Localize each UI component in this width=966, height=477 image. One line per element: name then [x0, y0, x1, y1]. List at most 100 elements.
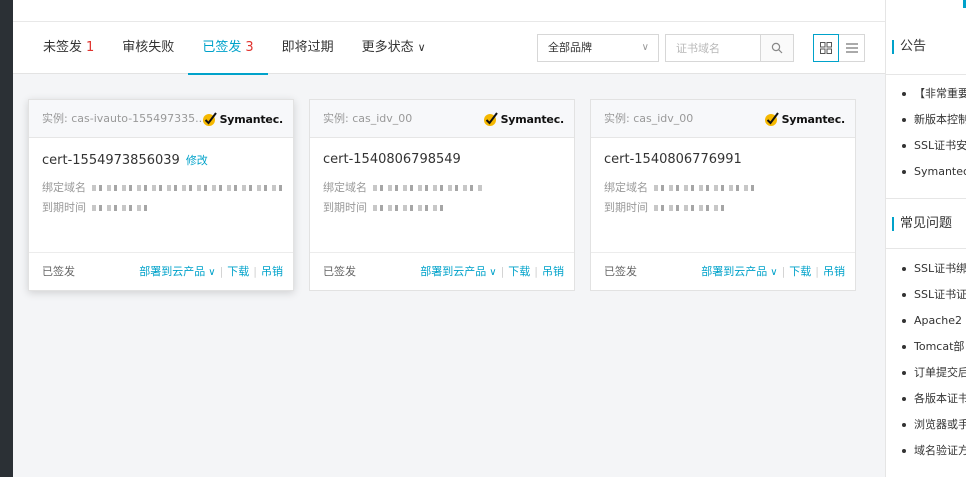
left-nav-rail [0, 0, 13, 477]
deploy-label: 部署到云产品 [420, 265, 487, 278]
card-actions: 部署到云产品 ∨ | 下载 | 吊销 [420, 253, 564, 292]
brand-select-value: 全部品牌 [548, 41, 592, 54]
field-label: 到期时间 [604, 201, 648, 214]
expiry-field: 到期时间 [42, 199, 152, 215]
tab-unissued[interactable]: 未签发 1 [29, 22, 108, 74]
search-icon [771, 42, 783, 54]
divider: | [534, 265, 538, 278]
card-actions: 部署到云产品 ∨ | 下载 | 吊销 [139, 253, 283, 292]
revoke-link[interactable]: 吊销 [542, 265, 564, 278]
certificate-card[interactable]: 实例: cas-ivauto-155497335... Symantec. ce… [28, 99, 294, 291]
tab-more-status[interactable]: 更多状态 ∨ [348, 22, 440, 74]
announcement-item[interactable]: Symantec [886, 159, 966, 185]
redacted-value [654, 185, 758, 191]
cert-name-text: cert-1540806798549 [323, 152, 461, 167]
cert-name: cert-1540806798549 [323, 152, 461, 167]
checkmark-icon [202, 112, 217, 126]
status-text: 已签发 [42, 265, 75, 278]
tab-count: 3 [245, 40, 254, 55]
field-label: 到期时间 [42, 201, 86, 214]
tab-label: 更多状态 [361, 40, 414, 55]
redacted-value [373, 205, 445, 211]
checkmark-icon [483, 112, 498, 126]
redacted-value [92, 205, 152, 211]
cert-name: cert-1554973856039 修改 [42, 152, 208, 168]
card-header: 实例: cas_idv_00 Symantec. [310, 100, 574, 138]
expiry-field: 到期时间 [604, 199, 726, 215]
tab-label: 即将过期 [281, 40, 334, 55]
checkmark-icon [764, 112, 779, 126]
certificate-card[interactable]: 实例: cas_idv_00 Symantec. cert-1540806798… [309, 99, 575, 291]
divider: | [500, 265, 505, 278]
faq-list: SSL证书绑 SSL证书证 Apache2 Tomcat部 订单提交后 各版本证… [886, 256, 966, 464]
faq-item[interactable]: 域名验证方 [886, 438, 966, 464]
faq-item[interactable]: Tomcat部 [886, 334, 966, 360]
brand-name: Symantec. [500, 112, 565, 126]
download-link[interactable]: 下载 [508, 265, 530, 278]
deploy-link[interactable]: 部署到云产品 ∨ [420, 265, 496, 278]
faq-item[interactable]: 各版本证书 [886, 386, 966, 412]
status-text: 已签发 [323, 265, 356, 278]
tab-count: 1 [86, 40, 95, 55]
field-label: 绑定域名 [323, 181, 367, 194]
download-link[interactable]: 下载 [789, 265, 811, 278]
brand-select[interactable]: 全部品牌 ∨ [537, 34, 659, 62]
deploy-link[interactable]: 部署到云产品 ∨ [701, 265, 777, 278]
bound-domain-field: 绑定域名 [323, 179, 483, 195]
grid-view-icon [820, 42, 832, 54]
search-button[interactable] [760, 34, 794, 62]
instance-id: 实例: cas_idv_00 [323, 112, 413, 125]
announcements-title: 公告 [886, 28, 966, 66]
tab-review-failed[interactable]: 审核失败 [108, 22, 188, 74]
instance-id: 实例: cas-ivauto-155497335... [42, 112, 206, 125]
list-view-button[interactable] [839, 34, 865, 62]
revoke-link[interactable]: 吊销 [823, 265, 845, 278]
card-body: cert-1540806776991 绑定域名 到期时间 [591, 138, 855, 252]
chevron-down-icon: ∨ [489, 267, 497, 278]
top-strip [13, 0, 885, 22]
announcement-item[interactable]: 新版本控制 [886, 107, 966, 133]
divider: | [815, 265, 819, 278]
symantec-logo: Symantec. [202, 110, 283, 128]
bound-domain-field: 绑定域名 [604, 179, 758, 195]
symantec-logo: Symantec. [764, 110, 845, 128]
divider: | [219, 265, 224, 278]
divider [886, 74, 966, 75]
faq-item[interactable]: 订单提交后 [886, 360, 966, 386]
status-tabs: 未签发 1 审核失败 已签发 3 即将过期 更多状态 ∨ [29, 22, 440, 75]
field-label: 绑定域名 [42, 181, 86, 194]
symantec-logo: Symantec. [483, 110, 564, 128]
tab-label: 未签发 [43, 40, 83, 55]
cert-name-text: cert-1540806776991 [604, 152, 742, 167]
edit-link[interactable]: 修改 [186, 154, 208, 167]
download-link[interactable]: 下载 [227, 265, 249, 278]
faq-item[interactable]: Apache2 [886, 308, 966, 334]
field-label: 到期时间 [323, 201, 367, 214]
announcement-item[interactable]: SSL证书安 [886, 133, 966, 159]
tab-label: 审核失败 [122, 40, 175, 55]
domain-search-input[interactable] [665, 34, 761, 62]
toolbar: 未签发 1 审核失败 已签发 3 即将过期 更多状态 ∨ 全部品牌 ∨ [13, 22, 885, 75]
faq-item[interactable]: SSL证书绑 [886, 256, 966, 282]
chevron-down-icon: ∨ [208, 267, 216, 278]
card-body: cert-1540806798549 绑定域名 到期时间 [310, 138, 574, 252]
deploy-link[interactable]: 部署到云产品 ∨ [139, 265, 215, 278]
tab-expiring-soon[interactable]: 即将过期 [268, 22, 348, 74]
brand-name: Symantec. [781, 112, 846, 126]
grid-view-button[interactable] [813, 34, 839, 62]
list-view-icon [845, 43, 858, 53]
brand-name: Symantec. [219, 112, 284, 126]
faq-item[interactable]: SSL证书证 [886, 282, 966, 308]
right-sidebar: 公告 【非常重要 新版本控制 SSL证书安 Symantec 常见问题 SSL证… [885, 0, 966, 477]
tab-issued[interactable]: 已签发 3 [188, 22, 268, 75]
card-body: cert-1554973856039 修改 绑定域名 到期时间 [29, 138, 293, 252]
revoke-link[interactable]: 吊销 [261, 265, 283, 278]
card-footer: 已签发 部署到云产品 ∨ | 下载 | 吊销 [310, 252, 574, 290]
tab-label: 已签发 [202, 40, 242, 55]
field-label: 绑定域名 [604, 181, 648, 194]
faq-item[interactable]: 浏览器或手 [886, 412, 966, 438]
announcement-item[interactable]: 【非常重要 [886, 81, 966, 107]
certificate-card[interactable]: 实例: cas_idv_00 Symantec. cert-1540806776… [590, 99, 856, 291]
chevron-down-icon: ∨ [770, 267, 778, 278]
redacted-value [654, 205, 726, 211]
